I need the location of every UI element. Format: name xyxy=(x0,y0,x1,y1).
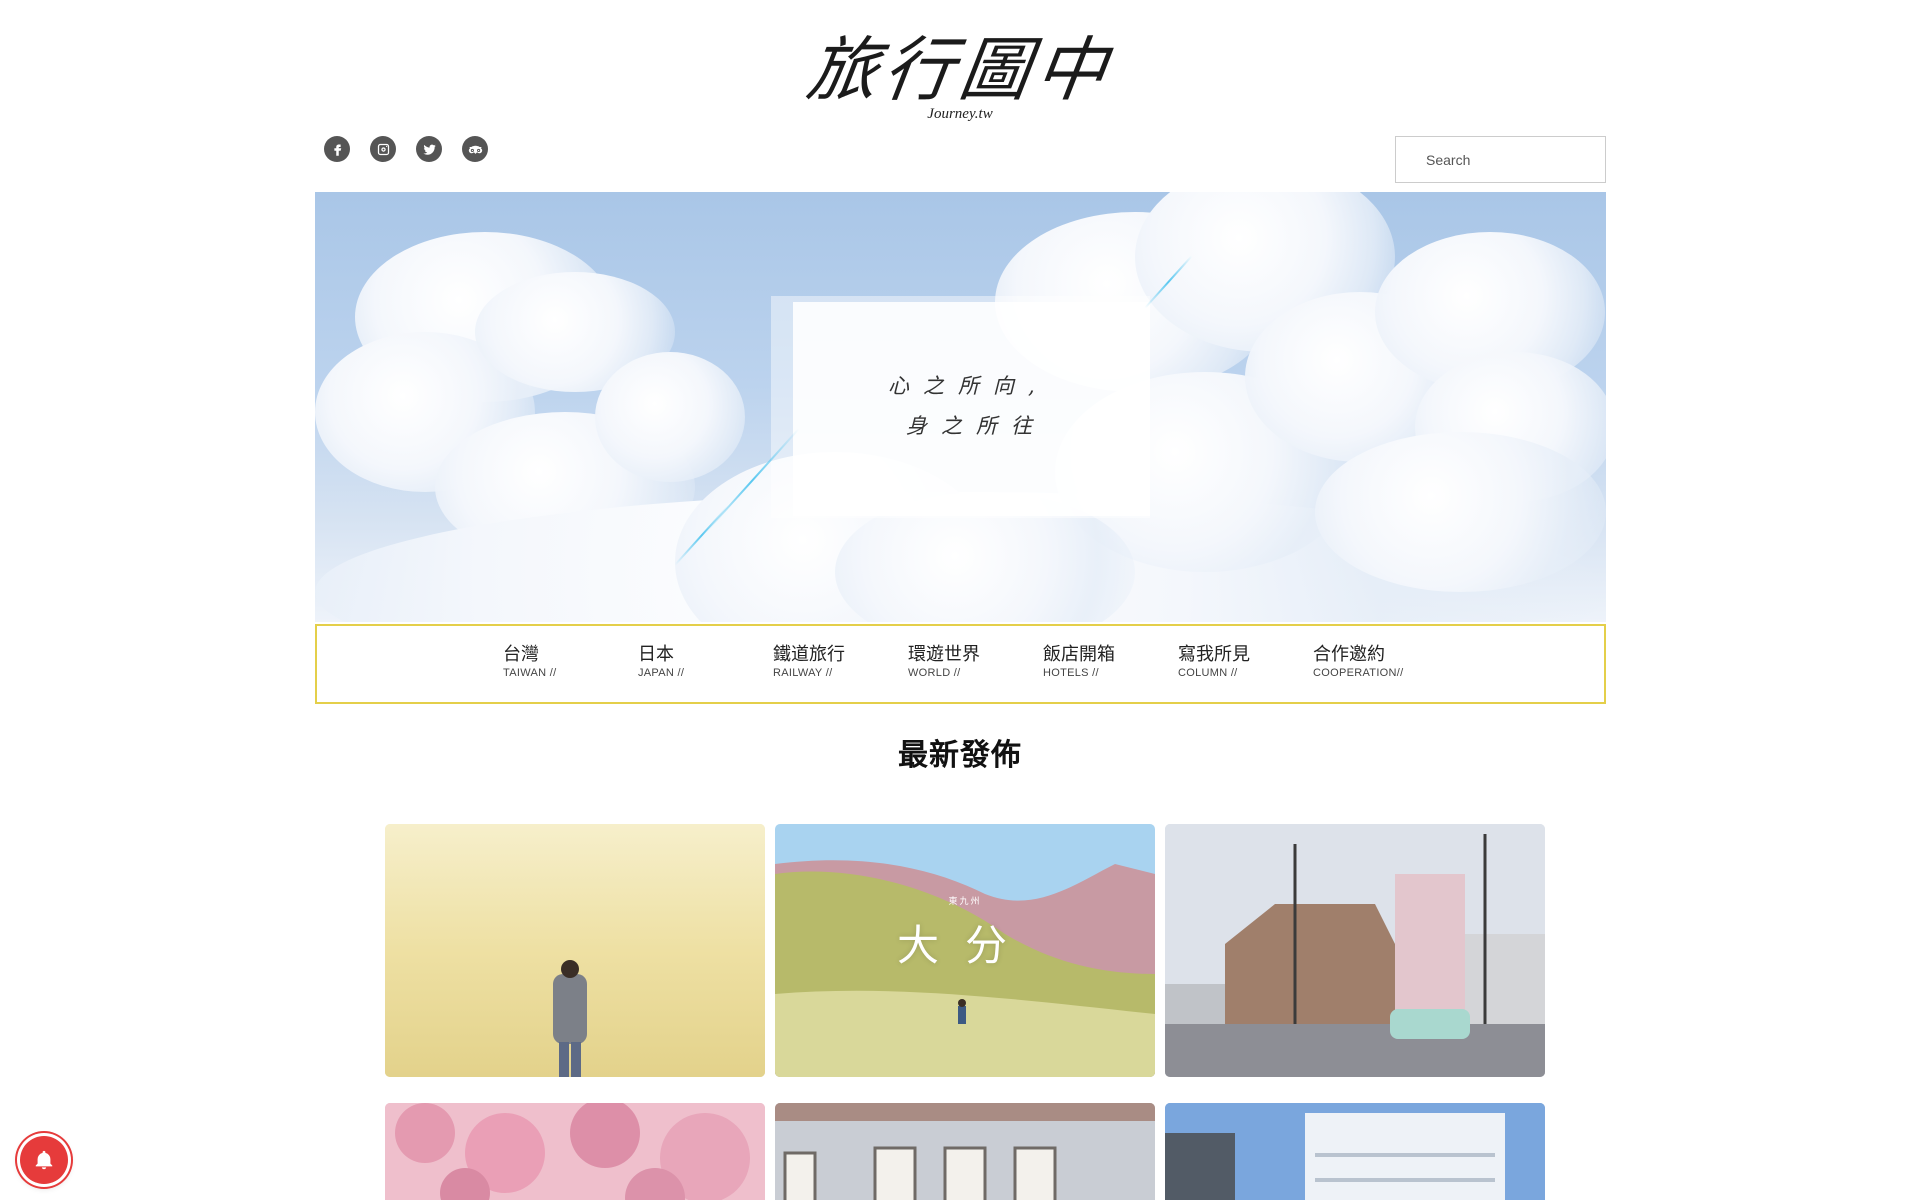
street-building-image xyxy=(1165,824,1545,1077)
nav-item-label: 合作邀約 xyxy=(1313,644,1385,665)
search-input[interactable] xyxy=(1396,137,1607,182)
cloud-shape xyxy=(595,352,745,482)
nav-item-hotels[interactable]: 飯店開箱 HOTELS // xyxy=(1043,644,1173,679)
nav-item-label: 鐵道旅行 xyxy=(773,644,845,665)
hero-slogan-line2: 身之所往 xyxy=(906,414,1046,438)
main-nav: 台灣 TAIWAN // 日本 JAPAN // 鐵道旅行 RAILWAY //… xyxy=(315,624,1606,704)
nav-item-sublabel: HOTELS // xyxy=(1043,667,1099,679)
post-thumbnail[interactable] xyxy=(1165,824,1545,1077)
thumbnail-title: 大分 xyxy=(896,921,1033,970)
hero-banner: 心之所向, 身之所往 xyxy=(315,192,1606,622)
nav-item-sublabel: JAPAN // xyxy=(638,667,685,679)
thumbnail-subtitle: 東九州 xyxy=(948,896,982,906)
notification-bell-button[interactable] xyxy=(20,1136,68,1184)
post-thumbnail[interactable]: 東九州 大分 xyxy=(775,824,1155,1077)
cloud-shape xyxy=(1315,432,1606,592)
hero-slogan-line1: 心之所向, xyxy=(888,374,1049,398)
nav-item-label: 飯店開箱 xyxy=(1043,644,1115,665)
nav-item-sublabel: RAILWAY // xyxy=(773,667,833,679)
post-thumbnail[interactable] xyxy=(385,1103,765,1200)
nav-item-taiwan[interactable]: 台灣 TAIWAN // xyxy=(503,644,633,679)
nav-item-sublabel: COLUMN // xyxy=(1178,667,1238,679)
hero-card xyxy=(793,302,1150,516)
nav-item-sublabel: TAIWAN // xyxy=(503,667,557,679)
post-thumbnail[interactable] xyxy=(385,824,765,1077)
post-thumbnail[interactable] xyxy=(1165,1103,1545,1200)
nav-item-label: 日本 xyxy=(638,644,674,665)
hotel-building-image xyxy=(1165,1103,1545,1200)
wooden-house-image xyxy=(775,1103,1155,1200)
wheat-field-image xyxy=(385,824,765,1077)
tripadvisor-icon[interactable] xyxy=(462,136,488,162)
twitter-icon[interactable] xyxy=(416,136,442,162)
site-logo[interactable]: 旅行圖中 Journey.tw xyxy=(0,29,1920,123)
facebook-icon[interactable] xyxy=(324,136,350,162)
bell-icon xyxy=(35,1150,53,1170)
logo-text: 旅行圖中 xyxy=(802,29,1118,111)
nav-item-column[interactable]: 寫我所見 COLUMN // xyxy=(1178,644,1308,679)
social-links xyxy=(324,136,488,162)
nav-item-cooperation[interactable]: 合作邀約 COOPERATION// xyxy=(1313,644,1443,679)
search-box xyxy=(1395,136,1607,183)
latest-section-title: 最新發佈 xyxy=(898,738,1022,773)
nav-item-label: 台灣 xyxy=(503,644,539,665)
nav-item-world[interactable]: 環遊世界 WORLD // xyxy=(908,644,1038,679)
nav-item-japan[interactable]: 日本 JAPAN // xyxy=(638,644,768,679)
nav-item-sublabel: WORLD // xyxy=(908,667,961,679)
nav-item-label: 寫我所見 xyxy=(1178,644,1250,665)
nav-item-sublabel: COOPERATION// xyxy=(1313,667,1404,679)
post-thumbnail[interactable] xyxy=(775,1103,1155,1200)
nav-item-label: 環遊世界 xyxy=(908,644,980,665)
instagram-icon[interactable] xyxy=(370,136,396,162)
nav-item-railway[interactable]: 鐵道旅行 RAILWAY // xyxy=(773,644,903,679)
cherry-blossom-image xyxy=(385,1103,765,1200)
